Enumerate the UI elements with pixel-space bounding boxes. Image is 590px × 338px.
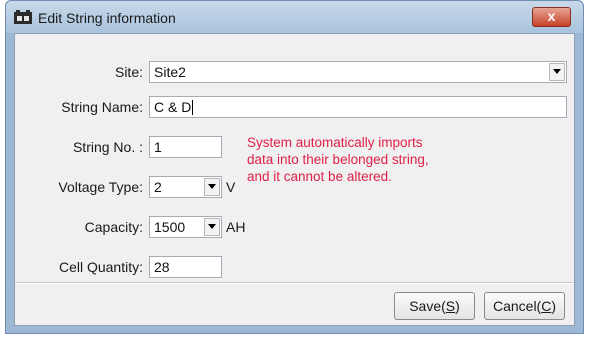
cancel-button-label: Cancel(	[492, 298, 542, 314]
voltage-unit: V	[226, 179, 236, 195]
string-name-input[interactable]: C & D	[149, 96, 567, 118]
chevron-down-icon	[208, 224, 216, 229]
capacity-unit: AH	[226, 219, 246, 235]
cancel-mnemonic: C	[541, 298, 552, 314]
string-no-label: String No. :	[72, 139, 143, 155]
string-name-label: String Name:	[61, 99, 143, 115]
info-note-line: data into their belonged string,	[247, 152, 429, 167]
string-no-input[interactable]: 1	[149, 136, 222, 158]
cell-quantity-input[interactable]: 28	[149, 256, 222, 278]
site-value: Site2	[154, 64, 186, 80]
cell-quantity-label: Cell Quantity:	[58, 259, 143, 275]
close-icon: x	[547, 8, 556, 24]
voltage-type-value: 2	[154, 179, 162, 195]
text-cursor	[192, 100, 194, 115]
title-bar[interactable]: Edit String information x	[6, 1, 583, 33]
dialog-body: Site: Site2 String Name: C & D String No…	[14, 33, 575, 326]
save-button[interactable]: Save(S)	[394, 292, 475, 320]
dialog-window: Edit String information x Site: Site2 St…	[5, 0, 584, 334]
capacity-value: 1500	[154, 219, 186, 235]
cancel-button-close: )	[551, 298, 557, 314]
database-icon	[14, 10, 32, 24]
capacity-dropdown-button[interactable]	[204, 218, 220, 236]
dialog-title: Edit String information	[38, 10, 176, 26]
string-no-value: 1	[154, 139, 162, 155]
cell-quantity-value: 28	[154, 259, 170, 275]
site-label: Site:	[114, 64, 143, 80]
site-dropdown-button[interactable]	[549, 63, 565, 81]
chevron-down-icon	[553, 69, 561, 74]
separator	[15, 282, 574, 284]
chevron-down-icon	[208, 184, 216, 189]
info-note: System automatically imports data into t…	[247, 134, 507, 185]
save-button-label: Save(	[409, 298, 446, 314]
save-mnemonic: S	[445, 298, 456, 314]
cancel-button[interactable]: Cancel(C)	[484, 292, 565, 320]
string-name-value: C & D	[154, 99, 192, 115]
capacity-label: Capacity:	[84, 219, 143, 235]
info-note-line: System automatically imports	[247, 135, 423, 150]
site-select[interactable]: Site2	[149, 61, 567, 83]
info-note-line: and it cannot be altered.	[247, 169, 392, 184]
save-button-close: )	[455, 298, 460, 314]
voltage-type-label: Voltage Type:	[58, 179, 143, 195]
close-button[interactable]: x	[532, 7, 571, 27]
voltage-type-dropdown-button[interactable]	[204, 178, 220, 196]
